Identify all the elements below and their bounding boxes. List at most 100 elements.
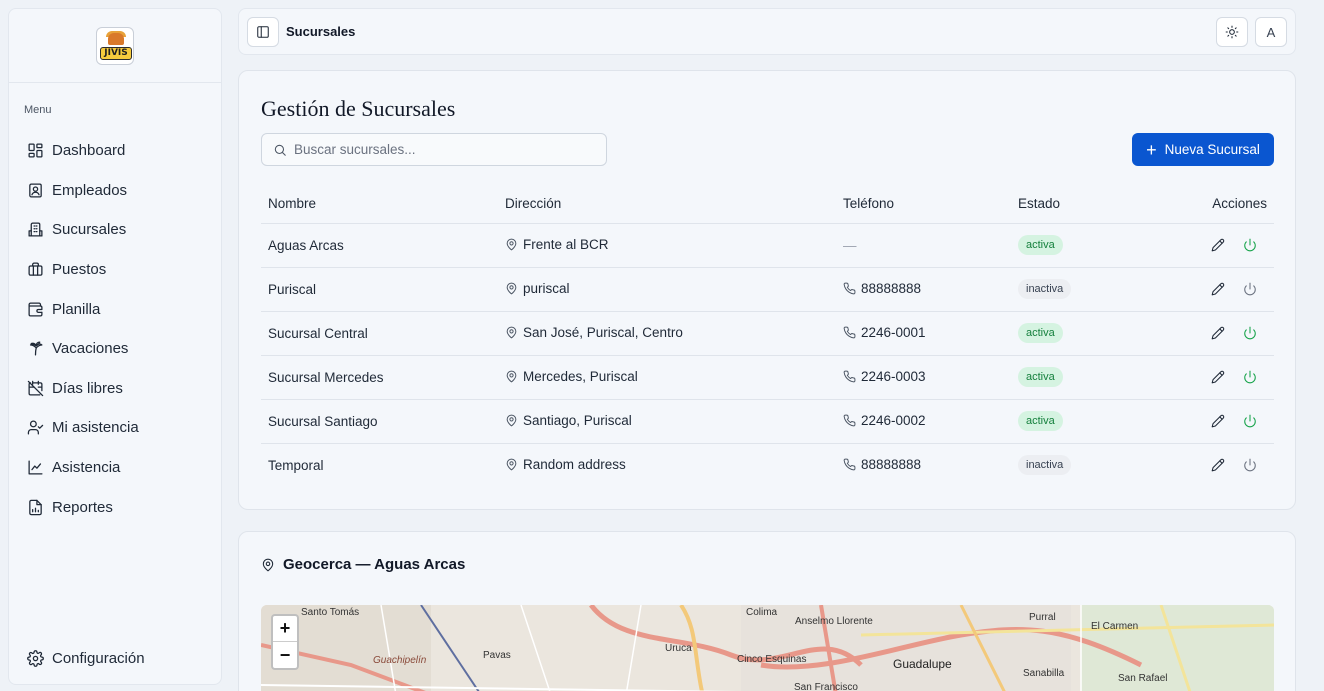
cell-nombre: Sucursal Mercedes	[261, 355, 498, 400]
user-avatar-button[interactable]: A	[1255, 17, 1287, 47]
section-heading: Gestión de Sucursales	[261, 96, 456, 121]
topbar: Sucursales A	[238, 8, 1296, 55]
power-icon	[1244, 282, 1256, 296]
column-header-nombre: Nombre	[261, 184, 498, 224]
table-row: Sucursal Mercedes Mercedes, Puriscal 2246-…	[261, 355, 1274, 400]
pencil-icon	[1211, 238, 1225, 252]
table-row: Sucursal Santiago Santiago, Puriscal 2246-…	[261, 399, 1274, 444]
sidebar-item-label: Puestos	[52, 261, 107, 279]
sidebar-item-label: Mi asistencia	[52, 419, 139, 437]
sidebar-item-dashboard[interactable]: Dashboard	[9, 131, 221, 171]
map-label: Guadalupe	[893, 657, 952, 671]
map-label: San Francisco	[794, 682, 858, 691]
status-badge: inactiva	[1018, 455, 1072, 476]
sidebar-item-configuracion[interactable]: Configuración	[9, 646, 145, 670]
palm-tree-icon	[29, 341, 43, 356]
sidebar-toggle-button[interactable]	[247, 17, 279, 47]
edit-button[interactable]	[1208, 235, 1228, 255]
map-label: Colima	[746, 607, 778, 618]
search-icon	[274, 144, 286, 156]
cell-telefono: 88888888	[836, 443, 1011, 487]
cell-direccion: Frente al BCR	[498, 223, 836, 268]
status-badge: inactiva	[1018, 279, 1072, 299]
phone-icon	[843, 282, 856, 294]
new-sucursal-button[interactable]: + Nueva Sucursal	[1132, 133, 1274, 166]
search-input[interactable]	[294, 134, 594, 165]
edit-button[interactable]	[1208, 323, 1228, 343]
cell-nombre: Puriscal	[261, 267, 498, 312]
gear-icon	[27, 649, 44, 667]
map-label: Pavas	[483, 650, 511, 661]
sidebar-item-mi-asistencia[interactable]: Mi asistencia	[9, 408, 221, 448]
sidebar-item-dias-libres[interactable]: Días libres	[9, 369, 221, 409]
logo-area: JIVIS	[9, 9, 221, 83]
power-icon	[1244, 370, 1256, 384]
sidebar-item-puestos[interactable]: Puestos	[9, 250, 221, 290]
map-pin-icon	[506, 326, 517, 338]
sidebar-item-planilla[interactable]: Planilla	[9, 289, 221, 329]
cell-acciones	[1181, 399, 1274, 444]
table-row: Aguas Arcas Frente al BCR — activa	[261, 223, 1274, 268]
table-row: Puriscal puriscal 88888888 inactiva	[261, 267, 1274, 312]
edit-button[interactable]	[1208, 455, 1228, 475]
status-badge: activa	[1018, 235, 1063, 255]
toggle-status-button[interactable]	[1240, 455, 1260, 475]
zoom-in-button[interactable]: +	[273, 616, 297, 642]
cell-direccion: Santiago, Puriscal	[498, 399, 836, 444]
cell-acciones	[1181, 311, 1274, 356]
toggle-status-button[interactable]	[1240, 323, 1260, 343]
sidebar: JIVIS Menu Dashboard Empleados Sucursale…	[8, 8, 222, 685]
sidebar-item-sucursales[interactable]: Sucursales	[9, 210, 221, 250]
pencil-icon	[1211, 370, 1225, 384]
cell-estado: inactiva	[1011, 443, 1181, 487]
column-header-estado: Estado	[1011, 184, 1181, 224]
map-label: Cinco Esquinas	[737, 654, 807, 665]
cell-estado: activa	[1011, 399, 1181, 444]
cell-telefono: 2246-0003	[836, 355, 1011, 400]
zoom-out-button[interactable]: −	[273, 642, 297, 668]
sidebar-item-empleados[interactable]: Empleados	[9, 171, 221, 211]
status-badge: activa	[1018, 411, 1063, 431]
cell-acciones	[1181, 443, 1274, 487]
cell-estado: activa	[1011, 355, 1181, 400]
cell-telefono: —	[836, 223, 1011, 268]
wallet-icon	[28, 302, 43, 317]
search-box	[261, 133, 607, 166]
theme-toggle-button[interactable]	[1216, 17, 1248, 47]
toggle-status-button[interactable]	[1240, 411, 1260, 431]
sidebar-item-asistencia[interactable]: Asistencia	[9, 448, 221, 488]
sucursales-table: Nombre Dirección Teléfono Estado Accione…	[261, 184, 1274, 487]
toggle-status-button[interactable]	[1240, 235, 1260, 255]
status-badge: activa	[1018, 323, 1063, 343]
sidebar-item-label: Reportes	[52, 498, 113, 516]
cell-acciones	[1181, 355, 1274, 400]
briefcase-icon	[28, 262, 43, 276]
sidebar-item-label: Sucursales	[52, 221, 127, 239]
pencil-icon	[1211, 282, 1225, 296]
sidebar-item-label: Días libres	[52, 379, 123, 397]
cell-direccion: Random address	[498, 443, 836, 487]
edit-button[interactable]	[1208, 279, 1228, 299]
sidebar-item-label: Configuración	[52, 649, 145, 667]
toggle-status-button[interactable]	[1240, 279, 1260, 299]
plus-icon: +	[1146, 139, 1157, 160]
panel-left-icon	[257, 26, 269, 38]
sidebar-item-reportes[interactable]: Reportes	[9, 487, 221, 527]
geocerca-title: Geocerca — Aguas Arcas	[261, 556, 465, 573]
power-icon	[1244, 238, 1256, 252]
chart-icon	[28, 460, 43, 475]
cell-estado: inactiva	[1011, 267, 1181, 312]
table-row: Sucursal Central San José, Puriscal, Cent…	[261, 311, 1274, 356]
toggle-status-button[interactable]	[1240, 367, 1260, 387]
map[interactable]: + − Colima Anselmo Llorente Purral El Ca…	[261, 605, 1274, 691]
geocerca-title-text: Geocerca — Aguas Arcas	[283, 556, 466, 573]
sidebar-item-vacaciones[interactable]: Vacaciones	[9, 329, 221, 369]
cell-nombre: Aguas Arcas	[261, 223, 498, 268]
cell-direccion: Mercedes, Puriscal	[498, 355, 836, 400]
pencil-icon	[1211, 326, 1225, 340]
map-pin-icon	[506, 370, 517, 382]
logo[interactable]: JIVIS	[96, 26, 134, 65]
map-pin-icon	[506, 282, 517, 294]
edit-button[interactable]	[1208, 411, 1228, 431]
edit-button[interactable]	[1208, 367, 1228, 387]
